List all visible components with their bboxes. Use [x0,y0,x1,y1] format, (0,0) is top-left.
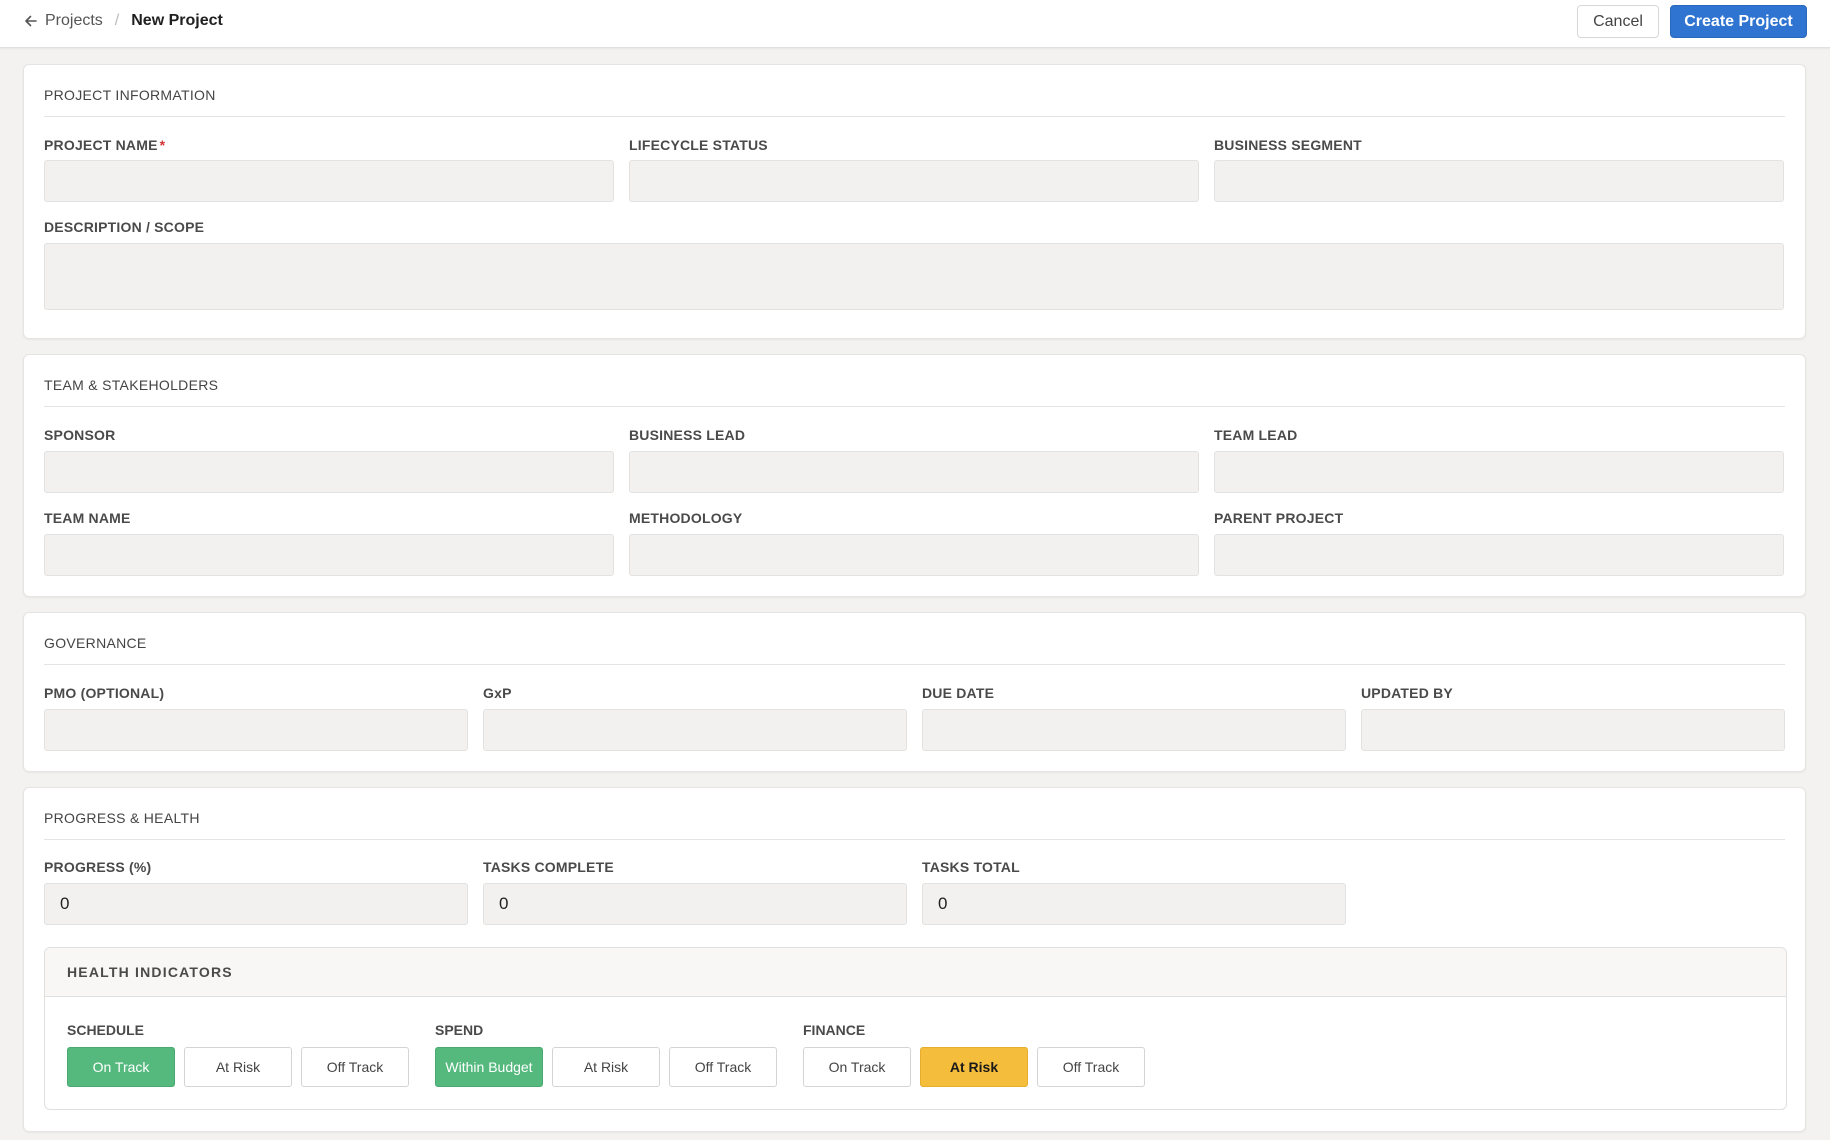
updated-by-input[interactable] [1361,709,1785,751]
pmo-label: PMO (OPTIONAL) [44,685,165,701]
team-name-input[interactable] [44,534,614,576]
tasks-total-input[interactable]: 0 [922,883,1346,925]
arrow-left-icon[interactable] [24,14,38,28]
sponsor-label: SPONSOR [44,427,116,443]
gxp-select[interactable] [483,709,907,751]
gxp-label: GxP [483,685,512,701]
divider [44,839,1785,840]
create-project-button[interactable]: Create Project [1670,5,1807,38]
spend-within-budget-button[interactable]: Within Budget [435,1047,543,1087]
breadcrumb-separator: / [114,12,120,29]
health-indicators-panel: HEALTH INDICATORS SCHEDULE On Track At R… [44,947,1787,1110]
due-date-input[interactable] [922,709,1346,751]
team-lead-label: TEAM LEAD [1214,427,1298,443]
tasks-complete-input[interactable]: 0 [483,883,907,925]
breadcrumb-projects-link[interactable]: Projects [45,12,103,30]
team-lead-input[interactable] [1214,451,1784,493]
business-lead-label: BUSINESS LEAD [629,427,746,443]
progress-label: PROGRESS (%) [44,859,152,875]
governance-card: GOVERNANCE PMO (OPTIONAL) GxP DUE DATE U… [23,612,1806,772]
lifecycle-status-label: LIFECYCLE STATUS [629,137,768,153]
divider [44,664,1785,665]
divider [44,406,1785,407]
team-stakeholders-card: TEAM & STAKEHOLDERS SPONSOR BUSINESS LEA… [23,354,1806,597]
schedule-off-track-button[interactable]: Off Track [301,1047,409,1087]
spend-label: SPEND [435,1022,484,1038]
sponsor-input[interactable] [44,451,614,493]
description-label: DESCRIPTION / SCOPE [44,219,205,235]
lifecycle-status-select[interactable] [629,160,1199,202]
section-title: GOVERNANCE [44,635,147,651]
finance-at-risk-button[interactable]: At Risk [920,1047,1028,1087]
due-date-label: DUE DATE [922,685,995,701]
parent-project-select[interactable] [1214,534,1784,576]
finance-label: FINANCE [803,1022,866,1038]
schedule-at-risk-button[interactable]: At Risk [184,1047,292,1087]
team-name-label: TEAM NAME [44,510,131,526]
updated-by-label: UPDATED BY [1361,685,1453,701]
tasks-total-label: TASKS TOTAL [922,859,1020,875]
breadcrumb-current: New Project [131,12,223,29]
section-title: TEAM & STAKEHOLDERS [44,377,219,393]
required-asterisk: * [159,137,166,153]
section-title: PROGRESS & HEALTH [44,810,200,826]
parent-project-label: PARENT PROJECT [1214,510,1344,526]
business-segment-select[interactable] [1214,160,1784,202]
cancel-button[interactable]: Cancel [1577,5,1659,38]
project-information-card: PROJECT INFORMATION PROJECT NAME * LIFECY… [23,64,1806,339]
business-lead-input[interactable] [629,451,1199,493]
divider [44,116,1785,117]
pmo-input[interactable] [44,709,468,751]
schedule-label: SCHEDULE [67,1022,145,1038]
project-name-input[interactable] [44,160,614,202]
tasks-complete-label: TASKS COMPLETE [483,859,614,875]
methodology-select[interactable] [629,534,1199,576]
progress-health-card: PROGRESS & HEALTH PROGRESS (%) 0 TASKS C… [23,787,1806,1132]
progress-input[interactable]: 0 [44,883,468,925]
description-textarea[interactable] [44,243,1784,310]
methodology-label: METHODOLOGY [629,510,743,526]
business-segment-label: BUSINESS SEGMENT [1214,137,1362,153]
project-name-label: PROJECT NAME * [44,137,165,153]
spend-off-track-button[interactable]: Off Track [669,1047,777,1087]
section-title: PROJECT INFORMATION [44,87,216,103]
health-indicators-title: HEALTH INDICATORS [67,964,233,980]
schedule-on-track-button[interactable]: On Track [67,1047,175,1087]
finance-off-track-button[interactable]: Off Track [1037,1047,1145,1087]
project-name-label-text: PROJECT NAME [44,137,158,153]
finance-on-track-button[interactable]: On Track [803,1047,911,1087]
breadcrumb: Projects / New Project [24,0,223,42]
spend-at-risk-button[interactable]: At Risk [552,1047,660,1087]
health-indicators-header: HEALTH INDICATORS [45,948,1786,997]
top-bar: Projects / New Project Cancel Create Pro… [0,0,1830,48]
